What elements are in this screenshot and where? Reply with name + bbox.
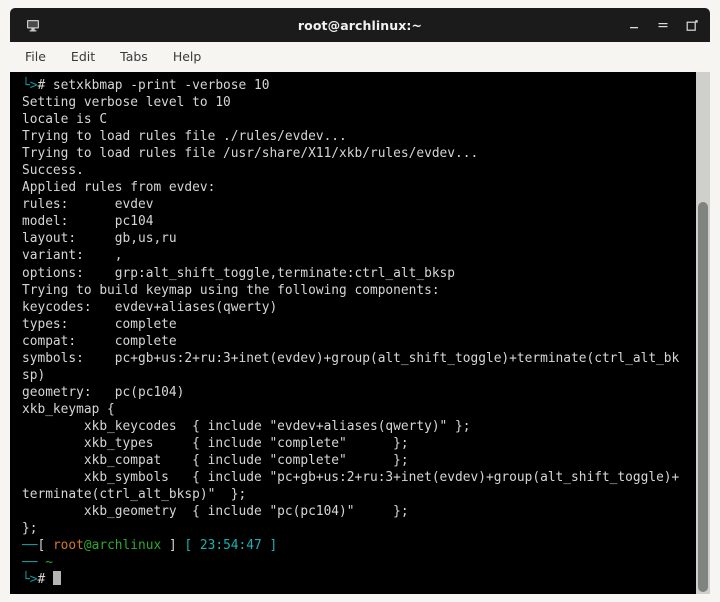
terminal-output-line: model: pc104 <box>22 214 154 230</box>
terminal-scrollbar[interactable] <box>696 72 710 594</box>
terminal-output-line: compat: complete <box>22 333 177 349</box>
terminal-output-line: xkb_keycodes { include "evdev+aliases(qw… <box>22 418 471 434</box>
prompt-arrow2-icon: └> <box>22 572 38 588</box>
terminal-output-line: xkb_symbols { include "pc+gb+us:2+ru:3+i… <box>22 470 680 486</box>
terminal-command-line: └># setxkbmap -print -verbose 10 <box>22 77 696 94</box>
prompt-cwd: ~ <box>45 555 53 571</box>
terminal-output-area[interactable]: └># setxkbmap -print -verbose 10 Setting… <box>10 72 696 594</box>
prompt-line-user-host: ──[ root@archlinux ] [ 23:54:47 ] <box>22 537 696 554</box>
terminal-output-line: symbols: pc+gb+us:2+ru:3+inet(evdev)+gro… <box>22 350 680 366</box>
terminal-output-line: terminate(ctrl_alt_bksp)" }; <box>22 487 247 503</box>
terminal-output-lines: Setting verbose level to 10 locale is C Tr… <box>22 94 696 537</box>
terminal-output-line: layout: gb,us,ru <box>22 231 177 247</box>
terminal-window: root@archlinux:~ File Edit Tabs Help └>#… <box>0 0 720 602</box>
prompt-line-cwd: ── ~ <box>22 554 696 571</box>
close-button[interactable] <box>684 17 700 33</box>
text-cursor <box>52 571 61 586</box>
menu-item-tabs[interactable]: Tabs <box>117 49 151 66</box>
terminal-output-line: }; <box>22 521 38 537</box>
prompt-host: @archlinux <box>83 538 162 554</box>
terminal-output-line: Trying to load rules file ./rules/evdev.… <box>22 129 347 145</box>
title-bar[interactable]: root@archlinux:~ <box>10 8 710 42</box>
terminal-output-line: options: grp:alt_shift_toggle,terminate:… <box>22 265 456 281</box>
bracket-close: ] <box>168 538 177 554</box>
terminal-output-line: locale is C <box>22 112 108 128</box>
minimize-button[interactable] <box>626 17 642 33</box>
terminal-output-line: rules: evdev <box>22 197 154 213</box>
maximize-button[interactable] <box>655 17 671 33</box>
window-title: root@archlinux:~ <box>297 17 423 33</box>
terminal-output-line: sp) <box>22 367 46 383</box>
terminal-monitor-icon <box>18 19 48 32</box>
menu-item-file[interactable]: File <box>22 49 49 66</box>
terminal-output-line: geometry: pc(pc104) <box>22 384 185 400</box>
time-bracket-open: [ <box>184 538 193 554</box>
terminal-output-line: xkb_types { include "complete" }; <box>22 435 409 451</box>
command-text: setxkbmap -print -verbose 10 <box>45 78 270 93</box>
time-bracket-close: ] <box>269 538 278 554</box>
terminal-output-line: xkb_keymap { <box>22 401 115 417</box>
terminal-output-line: variant: , <box>22 248 123 264</box>
menu-bar: File Edit Tabs Help <box>10 42 710 72</box>
terminal-output-line: Success. <box>22 163 84 179</box>
terminal-output-line: types: complete <box>22 316 177 332</box>
terminal-output-line: xkb_compat { include "complete" }; <box>22 453 409 469</box>
terminal-output-line: xkb_geometry { include "pc(pc104)" }; <box>22 504 409 520</box>
menu-item-edit[interactable]: Edit <box>68 49 98 66</box>
prompt-arrow-icon: └> <box>22 78 38 93</box>
terminal-output-line: keycodes: evdev+aliases(qwerty) <box>22 299 278 315</box>
terminal-output-line: Trying to build keymap using the followi… <box>22 282 440 298</box>
prompt-branch2-icon: ── <box>22 555 38 571</box>
prompt-branch-icon: ── <box>22 538 38 554</box>
scrollbar-thumb[interactable] <box>698 202 708 592</box>
terminal-body[interactable]: └># setxkbmap -print -verbose 10 Setting… <box>10 72 710 594</box>
menu-item-help[interactable]: Help <box>170 49 205 66</box>
terminal-output-line: Trying to load rules file /usr/share/X11… <box>22 146 479 162</box>
window-controls <box>626 8 700 42</box>
terminal-output-line: Applied rules from evdev: <box>22 180 216 196</box>
prompt-time: 23:54:47 <box>199 538 262 554</box>
prompt-line-input[interactable]: └># <box>22 571 696 588</box>
prompt-user: root <box>52 538 84 554</box>
terminal-output-line: Setting verbose level to 10 <box>22 95 231 111</box>
